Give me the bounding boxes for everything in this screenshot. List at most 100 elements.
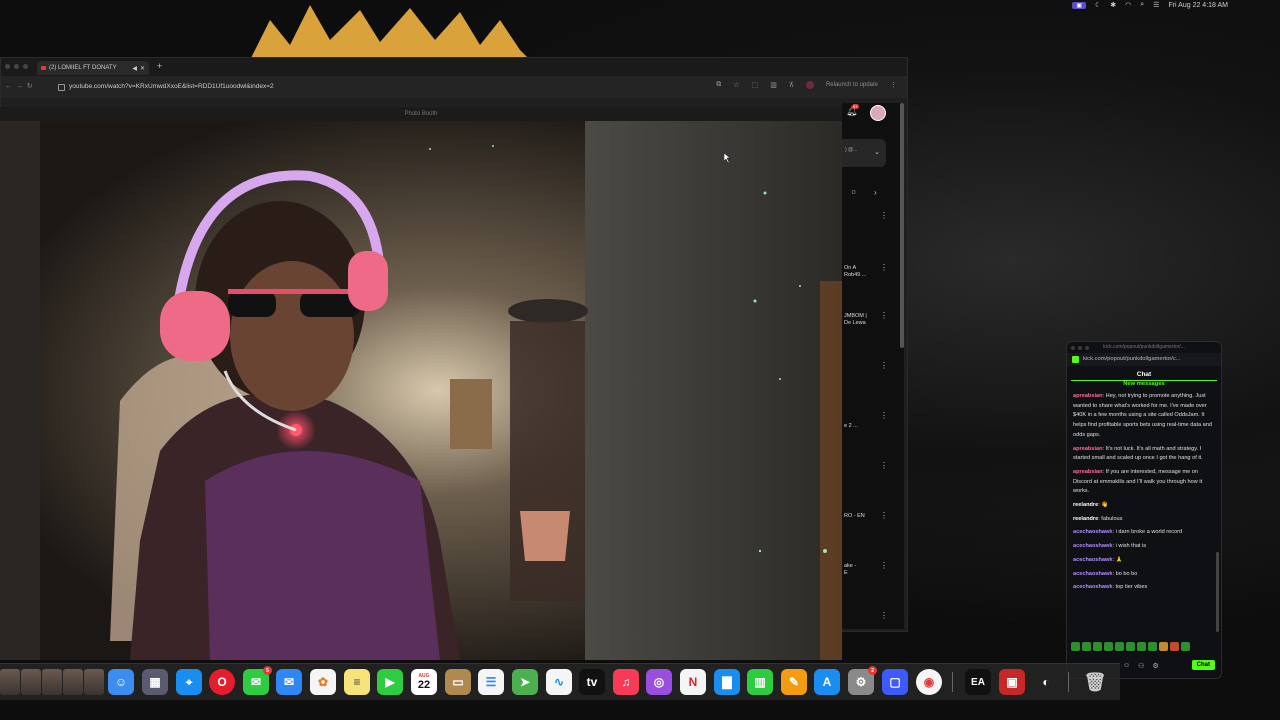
site-info-icon[interactable] [58,84,65,91]
control-center-icon[interactable]: ☰ [1153,1,1159,9]
trash-icon[interactable]: 🗑︎ [1082,669,1108,695]
window-controls[interactable] [5,64,28,69]
notes-icon[interactable]: ≡ [344,669,370,695]
up-next-item[interactable]: On A Rob49 ... [844,265,866,279]
messages-icon[interactable]: ✉ 5 [243,666,272,695]
ea-icon[interactable]: EA [965,669,991,695]
emote-icon[interactable] [1148,642,1157,651]
minimized-window-thumb[interactable] [63,669,83,695]
maps-icon[interactable]: ➤ [512,669,538,695]
search-icon[interactable]: ⌕ [1140,1,1144,9]
screen-record-icon[interactable]: ▣ [1072,1,1086,9]
new-messages-divider[interactable]: New messages [1071,380,1217,388]
moon-icon[interactable]: ☾ [1095,1,1101,9]
url-bar[interactable]: kick.com/popout/punkdollgamertor/c... [1067,353,1221,366]
chat-scrollbar[interactable] [1216,552,1219,632]
emote-icon[interactable] [1170,642,1179,651]
url-field[interactable]: youtube.com/watch?v=KRxUmwdXxoE&list=RDD… [55,80,709,94]
emote-icon[interactable] [1181,642,1190,651]
pin-icon[interactable]: ⊼ [789,81,794,89]
launchpad-icon[interactable]: ▦ [142,669,168,695]
avatar[interactable] [870,105,886,121]
keynote-icon[interactable]: ▇ [714,669,740,695]
more-icon[interactable]: ⋮ [880,611,888,620]
chat-username[interactable]: acechaoshawk [1073,543,1113,549]
more-icon[interactable]: ⋮ [880,561,888,570]
minimized-window-thumb[interactable] [84,669,104,695]
reminders-icon[interactable]: ☰ [478,669,504,695]
screenpal-icon[interactable]: ▣ [999,669,1025,695]
chat-username[interactable]: acechaoshawk [1073,557,1113,563]
mute-icon[interactable]: ◀ [132,65,137,72]
chip[interactable]: D [852,190,856,196]
proton-icon[interactable]: ▢ [882,669,908,695]
freeform-icon[interactable]: ∿ [546,669,572,695]
settings-icon[interactable]: ⚙ 2 [848,666,877,695]
users-icon[interactable]: ⚇ [1138,662,1144,670]
more-icon[interactable]: ⋮ [880,311,888,320]
tv-icon[interactable]: tv [579,669,605,695]
bluetooth-icon[interactable]: ✱ [1110,1,1116,9]
emote-icon[interactable] [1159,642,1168,651]
facetime-icon[interactable]: ▶ [377,669,403,695]
window-controls[interactable] [1071,346,1089,350]
menubar-clock[interactable]: Fri Aug 22 4:18 AM [1168,2,1228,9]
up-next-item[interactable]: JMBOM | De Lewa [844,313,867,327]
chat-username[interactable]: acechaoshawk [1073,571,1113,577]
chat-username[interactable]: apreabsian [1073,446,1103,452]
more-icon[interactable]: ⋮ [880,411,888,420]
emote-icon[interactable] [1115,642,1124,651]
mail-icon[interactable]: ✉ [276,669,302,695]
emoji-picker-icon[interactable]: ☺ [1123,662,1130,670]
finder-icon[interactable]: ☺ [108,669,134,695]
more-icon[interactable]: ⋮ [880,263,888,272]
numbers-icon[interactable]: ▥ [747,669,773,695]
scrollbar[interactable] [900,103,904,348]
profile-icon[interactable] [805,81,814,89]
bookmark-star-icon[interactable]: ☆ [733,81,739,89]
pages-icon[interactable]: ✎ [781,669,807,695]
photos-icon[interactable]: ✿ [310,669,336,695]
minimized-window-thumb[interactable] [0,669,20,695]
chat-username[interactable]: apreabsian [1073,469,1103,475]
chevron-right-icon[interactable]: › [874,188,877,197]
music-icon[interactable]: ♫ [613,669,639,695]
minimized-windows[interactable] [0,669,104,695]
up-next-item[interactable]: e 2 ... [844,423,858,430]
calendar-icon[interactable]: AUG 22 [411,669,437,695]
menu-kebab-icon[interactable]: ⋮ [890,81,897,89]
safari-icon[interactable]: ⌖ [176,669,202,695]
chat-username[interactable]: apreabsian [1073,393,1103,399]
sidepanel-icon[interactable]: ▥ [770,81,777,89]
emote-icon[interactable] [1093,642,1102,651]
chat-username[interactable]: reelandre [1073,502,1098,508]
tab-youtube[interactable]: (2) LOMIIEL FT DONATY ◀ ✕ [37,61,149,75]
chat-username[interactable]: acechaoshawk [1073,584,1113,590]
minimized-window-thumb[interactable] [42,669,62,695]
more-icon[interactable]: ⋮ [880,211,888,220]
cast-icon[interactable]: ⧉ [716,81,721,89]
settings-gear-icon[interactable]: ⚙ [1152,662,1158,670]
wifi-icon[interactable]: ◠ [1125,1,1131,9]
archive-icon[interactable]: ▭ [445,669,471,695]
emote-icon[interactable] [1071,642,1080,651]
chat-send-button[interactable]: Chat [1191,660,1215,670]
playlist-dropdown[interactable]: ) @... ⌄ [842,139,886,167]
opera-icon[interactable]: O [209,669,235,695]
chat-username[interactable]: reelandre [1073,516,1098,522]
extensions-icon[interactable]: ⬚ [752,81,759,89]
appstore-icon[interactable]: A [814,669,840,695]
news-icon[interactable]: N [680,669,706,695]
close-tab-icon[interactable]: ✕ [140,65,145,72]
up-next-item[interactable]: ake - E [844,563,856,577]
minimized-window-thumb[interactable] [21,669,41,695]
emote-icon[interactable] [1104,642,1113,651]
more-icon[interactable]: ⋮ [880,461,888,470]
relaunch-button[interactable]: Relaunch to update [826,82,878,88]
chat-username[interactable]: acechaoshawk [1073,529,1113,535]
nav-buttons[interactable]: ← → ↻ [5,82,33,90]
emote-icon[interactable] [1137,642,1146,651]
chrome-icon[interactable]: ◉ [916,669,942,695]
obs-icon[interactable]: ◐ [1033,669,1059,695]
emote-icon[interactable] [1082,642,1091,651]
